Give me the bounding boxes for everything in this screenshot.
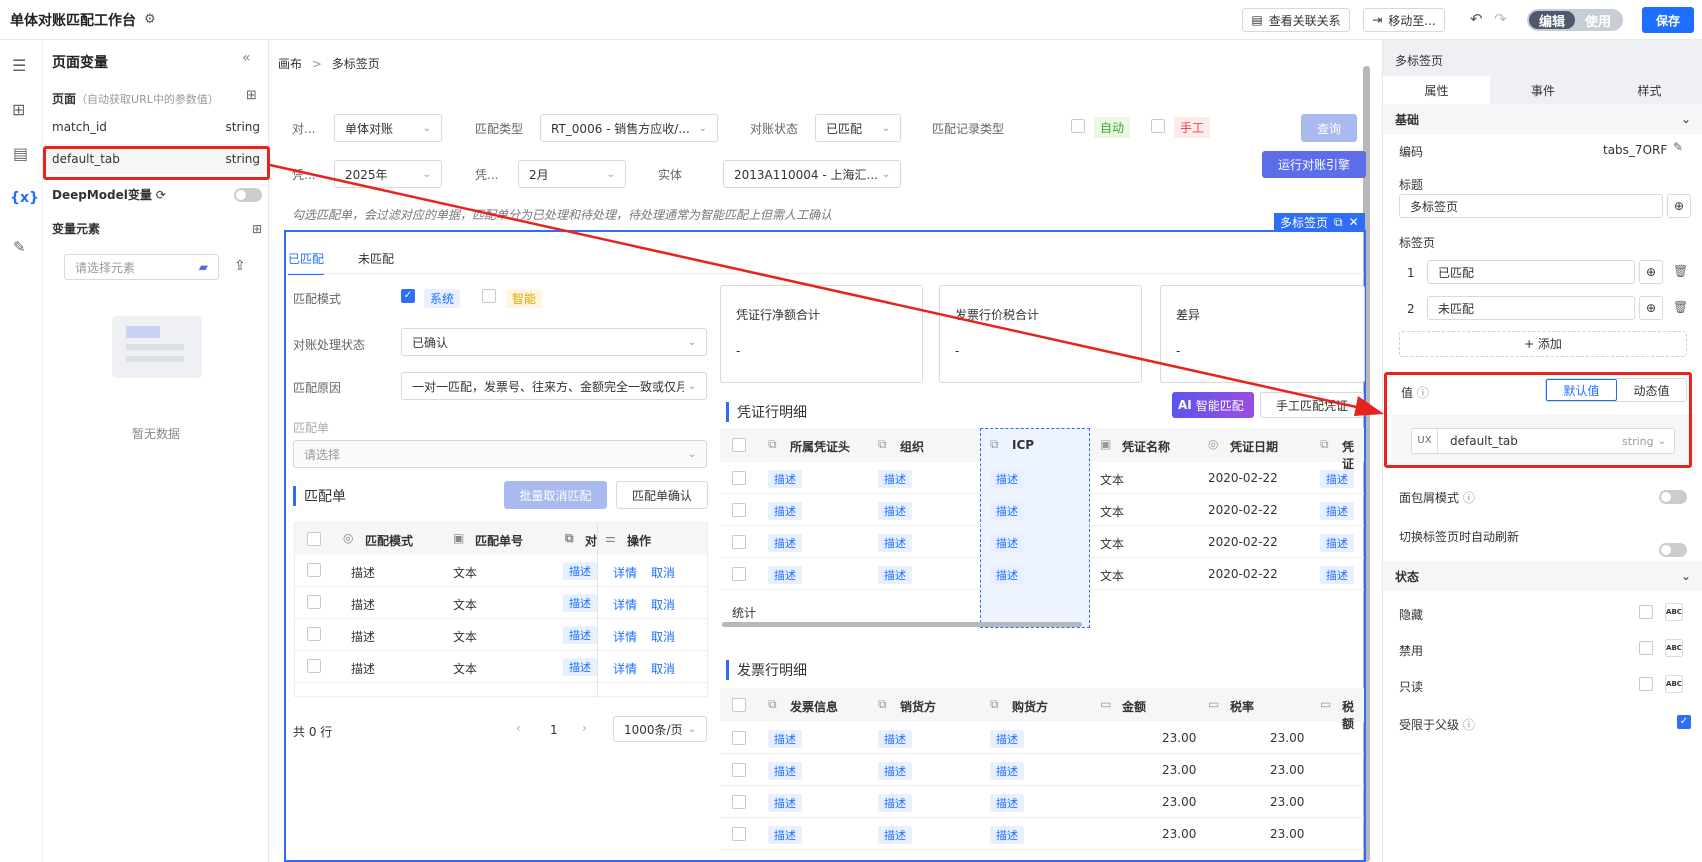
annotation-arrow [269, 163, 1384, 416]
